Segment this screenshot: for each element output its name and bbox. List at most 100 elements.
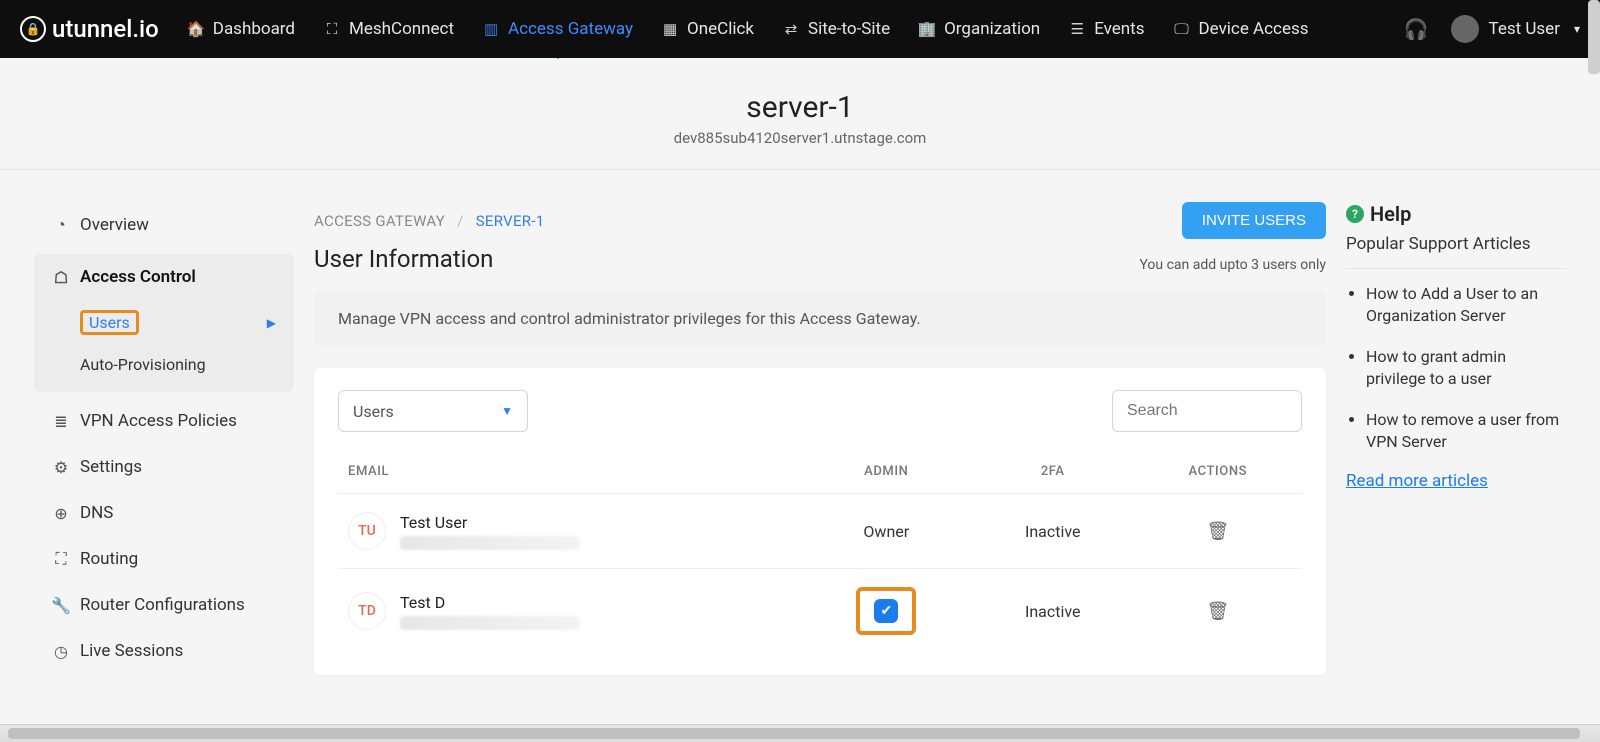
sidebar-label: Live Sessions (80, 641, 183, 661)
breadcrumb-root[interactable]: ACCESS GATEWAY (314, 212, 445, 230)
sidebar-subitem-users[interactable]: Users▶ (34, 300, 294, 345)
nav-site-to-site[interactable]: ⇄ Site-to-Site (782, 1, 890, 57)
sidebar-group-access-control: ☖Access ControlUsers▶ Auto-Provisioning (34, 254, 294, 392)
sidebar-item-overview[interactable]: ◔Overview (34, 202, 294, 248)
user-email-redacted (400, 616, 580, 630)
breadcrumb-separator: / (457, 212, 464, 230)
user-initials: TD (348, 592, 386, 630)
admin-role: Owner (863, 522, 909, 541)
help-article[interactable]: How to grant admin privilege to a user (1366, 346, 1566, 391)
support-icon[interactable]: 🎧 (1404, 17, 1429, 41)
sidebar-label: Settings (80, 457, 142, 477)
nav-label: Dashboard (213, 19, 295, 39)
sidebar-item-settings[interactable]: ⚙Settings (34, 444, 294, 490)
users-table: EMAIL ADMIN 2FA ACTIONS TUTest UserOwner… (338, 450, 1302, 653)
filter-select[interactable]: Users ▼ (338, 390, 528, 432)
sidebar-icon: ◔ (52, 215, 70, 235)
help-heading-text: Help (1370, 202, 1411, 226)
nav-icon: ⛶ (323, 20, 341, 38)
nav-icon: ⇄ (782, 20, 800, 38)
sidebar-icon: ◷ (52, 642, 70, 661)
sidebar-item-access-control[interactable]: ☖Access Control (34, 254, 294, 300)
twofa-status: Inactive (1025, 602, 1081, 621)
table-row: TU Test User Owner Inactive 🗑 (338, 494, 1302, 569)
avatar (1451, 15, 1479, 43)
user-menu[interactable]: Test User ▾ (1451, 15, 1581, 43)
nav-label: MeshConnect (349, 19, 454, 39)
nav-device-access[interactable]: 🖵Device Access (1173, 1, 1309, 57)
question-icon: ? (1346, 205, 1364, 223)
brand-logo[interactable]: 🔒 utunnel.io (20, 15, 159, 43)
sidebar-item-router-configurations[interactable]: 🔧Router Configurations (34, 582, 294, 628)
nav-items: 🏠 Dashboard ⛶ MeshConnect ▥Access Gateway ▦On… (187, 1, 1309, 57)
nav-label: Site-to-Site (808, 19, 890, 39)
nav-events[interactable]: ☰Events (1068, 1, 1144, 57)
brand-text: utunnel.io (52, 15, 159, 43)
sidebar-label: DNS (80, 503, 113, 523)
scrollbar-thumb[interactable] (8, 728, 1580, 739)
nav-label: OneClick (687, 19, 754, 39)
sidebar: ◔Overview ☖Access ControlUsers▶ Auto-Provi… (34, 202, 294, 675)
chevron-down-icon: ▾ (1574, 22, 1580, 36)
users-card: Users ▼ EMAIL ADMIN 2FA ACTIONS TUTest U… (314, 368, 1326, 675)
help-panel: ? Help Popular Support Articles How to A… (1346, 202, 1566, 675)
col-2fa: 2FA (972, 450, 1134, 494)
nav-right: 🎧 Test User ▾ (1404, 15, 1580, 43)
read-more-link[interactable]: Read more articles (1346, 471, 1488, 491)
nav-meshconnect[interactable]: ⛶ MeshConnect (323, 1, 454, 57)
nav-organization[interactable]: 🏢 Organization (918, 1, 1040, 57)
nav-access-gateway[interactable]: ▥Access Gateway (482, 1, 633, 57)
top-nav: 🔒 utunnel.io 🏠 Dashboard ⛶ MeshConnect ▥Acce… (0, 0, 1600, 58)
lock-icon: 🔒 (20, 16, 46, 42)
page-title: User Information (314, 245, 493, 273)
filter-selected: Users (353, 402, 394, 421)
user-limit-note: You can add upto 3 users only (1139, 257, 1326, 273)
search-input[interactable] (1112, 390, 1302, 432)
table-row: TD Test D ✔ Inactive 🗑 (338, 569, 1302, 654)
admin-checkbox[interactable]: ✔ (874, 599, 898, 623)
scrollbar-vertical[interactable] (1588, 0, 1600, 74)
highlight-box: ✔ (856, 587, 916, 635)
sidebar-item-dns[interactable]: ⊕DNS (34, 490, 294, 536)
sidebar-item-vpn-access-policies[interactable]: ≣VPN Access Policies (34, 398, 294, 444)
sidebar-subitem-auto-provisioning[interactable]: Auto-Provisioning (34, 345, 294, 384)
main-content: ACCESS GATEWAY / SERVER-1 INVITE USERS U… (314, 202, 1326, 675)
page-body: ◔Overview ☖Access ControlUsers▶ Auto-Provi… (0, 170, 1600, 675)
server-host: dev885sub4120server1.utnstage.com (0, 129, 1600, 147)
user-initials: TU (348, 512, 386, 550)
chevron-down-icon: ▼ (501, 404, 513, 418)
nav-icon: 🏠 (187, 20, 205, 38)
sidebar-label: Routing (80, 549, 138, 569)
sidebar-item-routing[interactable]: ⛶ Routing (34, 536, 294, 582)
nav-label: Access Gateway (508, 19, 633, 39)
sidebar-icon: 🔧 (52, 596, 70, 615)
help-article[interactable]: How to remove a user from VPN Server (1366, 409, 1566, 454)
divider (1346, 268, 1566, 269)
server-header: server-1 dev885sub4120server1.utnstage.c… (0, 58, 1600, 170)
sidebar-sub-label: Users (80, 310, 139, 335)
user-display-name: Test D (400, 593, 580, 612)
col-actions: ACTIONS (1134, 450, 1302, 494)
nav-label: Organization (944, 19, 1040, 39)
help-articles: How to Add a User to an Organization Ser… (1346, 283, 1566, 453)
help-subheading: Popular Support Articles (1346, 234, 1566, 254)
twofa-status: Inactive (1025, 522, 1081, 541)
nav-oneclick[interactable]: ▦OneClick (661, 1, 754, 57)
highlight-box: Users (80, 310, 139, 335)
card-controls: Users ▼ (338, 390, 1302, 432)
nav-icon: 🏢 (918, 20, 936, 38)
delete-icon[interactable]: 🗑 (1206, 601, 1229, 622)
help-heading: ? Help (1346, 202, 1566, 226)
sidebar-item-live-sessions[interactable]: ◷ Live Sessions (34, 628, 294, 674)
sidebar-sub-label: Auto-Provisioning (80, 355, 206, 374)
nav-dashboard[interactable]: 🏠 Dashboard (187, 1, 295, 57)
user-display-name: Test User (400, 513, 580, 532)
breadcrumb-row: ACCESS GATEWAY / SERVER-1 INVITE USERS (314, 202, 1326, 239)
scrollbar-horizontal[interactable] (0, 724, 1600, 742)
user-cell: TU Test User (348, 512, 791, 550)
help-article[interactable]: How to Add a User to an Organization Ser… (1366, 283, 1566, 328)
breadcrumb-leaf[interactable]: SERVER-1 (476, 212, 545, 230)
delete-icon[interactable]: 🗑 (1206, 521, 1229, 542)
sidebar-icon: ⛶ (52, 549, 70, 569)
invite-users-button[interactable]: INVITE USERS (1182, 202, 1326, 239)
